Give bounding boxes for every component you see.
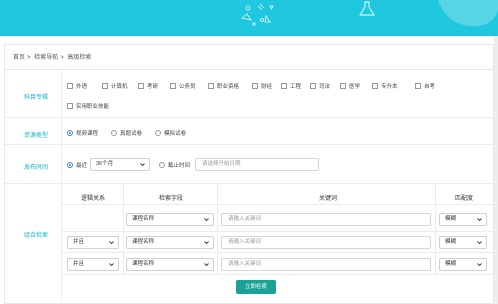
banner-decoration-icon (241, 3, 274, 26)
col-divider (123, 184, 124, 275)
chevron-down-icon (204, 263, 209, 267)
col-header-field: 检索字段 (158, 196, 183, 202)
breadcrumb-sep: > (27, 55, 31, 61)
checkbox-box[interactable] (310, 83, 316, 89)
checkbox-waiyu[interactable]: 外语 (67, 82, 87, 90)
checkbox-gongcheng[interactable]: 工程 (281, 82, 301, 90)
checkbox-box[interactable] (281, 83, 287, 89)
chevron-down-icon (204, 241, 209, 245)
checkbox-zhiyezige[interactable]: 职业资格 (208, 82, 239, 90)
combined-search-label: 组合检索 (23, 233, 48, 239)
divider (5, 144, 493, 145)
breadcrumb-home[interactable]: 首页 (13, 55, 25, 61)
chevron-down-icon (477, 218, 482, 222)
checkbox-box[interactable] (138, 83, 144, 89)
chevron-down-icon (204, 218, 209, 222)
chevron-down-icon (109, 263, 114, 267)
divider (5, 117, 493, 118)
checkbox-shiyongzhiye[interactable]: 实用职业技能 (67, 102, 109, 110)
checkbox-box[interactable] (252, 83, 258, 89)
radio-real-exam[interactable]: 真题试卷 (111, 129, 142, 137)
checkbox-sifa[interactable]: 司法 (310, 82, 330, 90)
checkbox-zikao[interactable]: 自考 (415, 82, 435, 90)
col-header-logic: 逻辑关系 (80, 196, 105, 202)
checkbox-gongwuyuan[interactable]: 公务员 (170, 82, 196, 90)
field-select-1[interactable]: 课程名称 (126, 213, 214, 226)
checkbox-box[interactable] (67, 83, 73, 89)
field-select-3[interactable]: 课程名称 (126, 258, 214, 271)
checkbox-box[interactable] (67, 103, 73, 109)
checkbox-box[interactable] (372, 83, 378, 89)
chevron-down-icon (477, 241, 482, 245)
logic-select-2[interactable]: 并且 (67, 236, 119, 249)
banner-flask-icon (359, 1, 375, 16)
breadcrumb: 首页 > 检索导航 > 高级检索 (13, 52, 93, 61)
radio-circle[interactable] (159, 162, 165, 168)
col-divider (435, 184, 436, 275)
logic-select-3[interactable]: 并且 (67, 258, 119, 271)
col-header-match: 匹配度 (454, 196, 473, 202)
divider (61, 204, 493, 205)
publish-time-label: 发布时间 (23, 165, 48, 171)
keyword-input-3[interactable]: 请输入关键词 (221, 258, 431, 271)
radio-circle[interactable] (111, 130, 117, 136)
divider (61, 274, 493, 275)
chevron-down-icon (109, 241, 114, 245)
radio-mock-exam[interactable]: 模拟试卷 (155, 129, 186, 137)
radio-until-time[interactable]: 截止时间 (159, 161, 190, 169)
match-select-2[interactable]: 模糊 (439, 236, 487, 249)
match-select-1[interactable]: 模糊 (439, 213, 487, 226)
radio-circle-checked[interactable] (67, 130, 73, 136)
checkbox-yixue[interactable]: 医学 (340, 82, 360, 90)
keyword-input-2[interactable]: 请输入关键词 (221, 236, 431, 249)
checkbox-jisuanji[interactable]: 计算机 (102, 82, 128, 90)
top-banner (0, 0, 498, 36)
resource-type-label: 资源类型 (23, 133, 48, 139)
chevron-down-icon (477, 263, 482, 267)
checkbox-box[interactable] (102, 83, 108, 89)
start-date-input[interactable]: 请选择开始日期 (195, 158, 319, 171)
label-column-divider (61, 70, 62, 300)
breadcrumb-sep: > (60, 55, 64, 61)
radio-circle-checked[interactable] (67, 162, 73, 168)
chevron-down-icon (140, 163, 145, 167)
checkbox-box[interactable] (340, 83, 346, 89)
checkbox-caijing[interactable]: 财经 (252, 82, 272, 90)
scrollbar-track[interactable] (494, 36, 498, 304)
radio-recent[interactable]: 最近 (67, 161, 87, 169)
checkbox-box[interactable] (415, 83, 421, 89)
search-panel: 首页 > 检索导航 > 高级检索 科目专辑 外语 计算机 考研 公务员 职业资格 财… (4, 44, 494, 304)
checkbox-kaoyan[interactable]: 考研 (138, 82, 158, 90)
breadcrumb-current: 高级检索 (67, 55, 92, 61)
checkbox-box[interactable] (170, 83, 176, 89)
col-header-keyword: 关键词 (318, 196, 337, 202)
divider (61, 252, 493, 253)
checkbox-zhuanshengben[interactable]: 专升本 (372, 82, 398, 90)
match-select-3[interactable]: 模糊 (439, 258, 487, 271)
divider (61, 231, 493, 232)
radio-video-course[interactable]: 视频课程 (67, 129, 98, 137)
banner-blob (438, 0, 498, 27)
col-divider (217, 184, 218, 275)
search-now-button[interactable]: 立即检索 (236, 280, 276, 294)
breadcrumb-nav[interactable]: 检索导航 (34, 55, 58, 61)
field-select-2[interactable]: 课程名称 (126, 236, 214, 249)
subject-label: 科目专辑 (23, 95, 48, 101)
divider (5, 183, 493, 184)
checkbox-box[interactable] (208, 83, 214, 89)
recent-period-select[interactable]: 36个月 (90, 158, 150, 171)
divider (5, 69, 493, 70)
keyword-input-1[interactable]: 请输入关键词 (221, 213, 431, 226)
radio-circle[interactable] (155, 130, 161, 136)
